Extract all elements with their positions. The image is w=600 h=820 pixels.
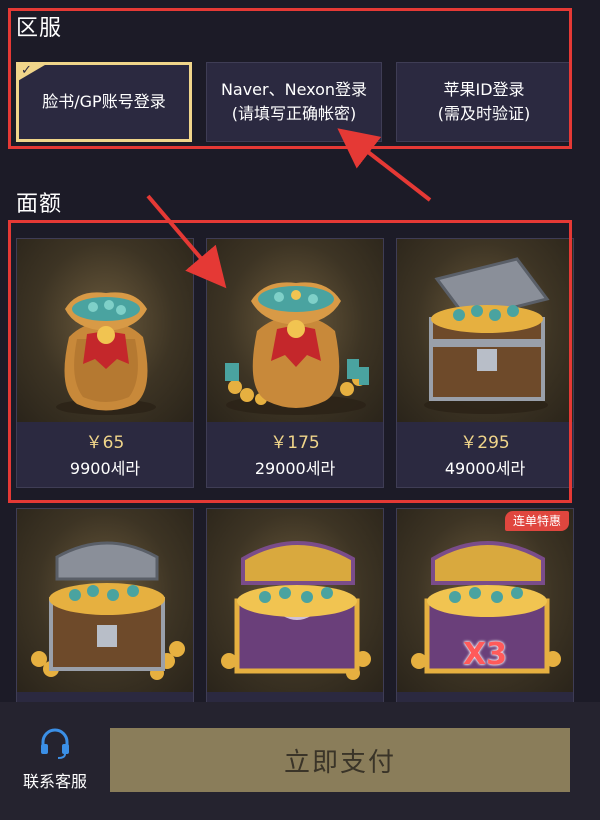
headset-icon (41, 728, 69, 759)
amount-highlight-box (8, 220, 572, 503)
contact-service-button[interactable]: 联系客服 (10, 726, 100, 792)
treasure-chest-gold-image (207, 509, 383, 692)
amount-card-gold-chest[interactable] (206, 508, 384, 708)
multiplier-label: X3 (463, 637, 508, 672)
amount-title: 面额 (16, 192, 63, 217)
amount-card-gold-chest-x3[interactable]: 连单特惠 X3 (396, 508, 574, 708)
treasure-chest-silver-large-image (17, 509, 193, 692)
combo-deal-badge: 连单特惠 (504, 511, 569, 531)
contact-service-label: 联系客服 (22, 772, 87, 791)
amount-card-silver-chest[interactable] (16, 508, 194, 708)
pay-now-button[interactable]: 立即支付 (110, 728, 570, 792)
bottom-bar: 联系客服 立即支付 (0, 702, 600, 820)
region-highlight-box (8, 8, 572, 149)
